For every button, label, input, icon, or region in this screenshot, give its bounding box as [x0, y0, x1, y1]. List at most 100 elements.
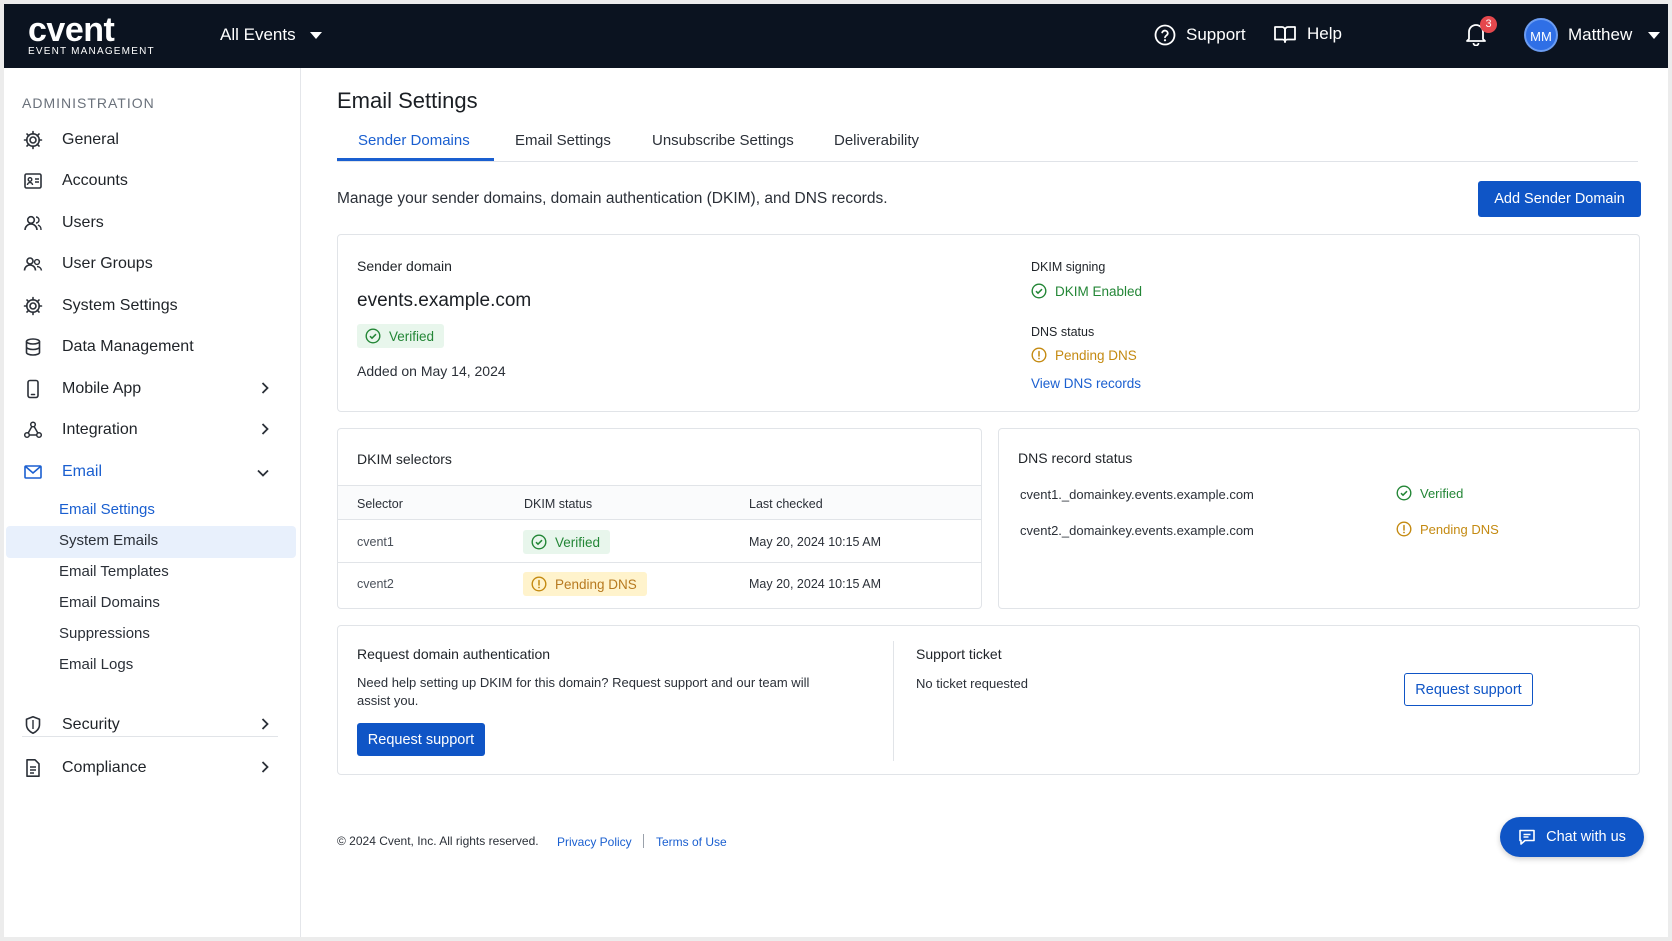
dkim-status-badge: Verified [523, 530, 611, 554]
warning-circle-icon [1396, 521, 1412, 537]
help-button[interactable]: Help [1273, 24, 1342, 44]
view-dns-records-link[interactable]: View DNS records [1031, 376, 1141, 391]
row-divider [338, 562, 981, 563]
chat-with-us-button[interactable]: Chat with us [1500, 817, 1644, 857]
top-bar: cvent EVENT MANAGEMENT All Events Suppor… [4, 4, 1668, 68]
sidebar-item-data-management[interactable]: Data Management [22, 331, 282, 363]
sidebar-item-mobile-app[interactable]: Mobile App [22, 373, 282, 405]
all-events-label: All Events [220, 25, 296, 44]
sidebar-item-compliance[interactable]: Compliance [22, 752, 282, 784]
support-button[interactable]: Support [1154, 24, 1246, 46]
add-sender-domain-button[interactable]: Add Sender Domain [1478, 181, 1641, 217]
dkim-enabled-text: DKIM Enabled [1055, 283, 1143, 299]
column-header-selector: Selector [357, 497, 403, 511]
page-title: Email Settings [337, 88, 478, 113]
database-icon [22, 336, 44, 358]
sidebar-item-label: System Settings [62, 297, 178, 314]
privacy-policy-link[interactable]: Privacy Policy [557, 835, 632, 849]
gear-icon [22, 129, 44, 151]
tab-email-settings[interactable]: Email Settings [515, 132, 611, 149]
dns-record-status-title: DNS record status [1018, 450, 1133, 466]
dns-pending-status: Pending DNS [1031, 347, 1137, 363]
intro-text: Manage your sender domains, domain authe… [337, 190, 888, 207]
sidebar-sub-email-logs[interactable]: Email Logs [59, 656, 133, 673]
sidebar-item-user-groups[interactable]: User Groups [22, 248, 282, 280]
chevron-right-icon [261, 423, 269, 435]
terms-of-use-link[interactable]: Terms of Use [656, 835, 727, 849]
dns-record-status: Verified [1396, 485, 1463, 501]
user-icon [22, 212, 44, 234]
sidebar-heading: ADMINISTRATION [22, 95, 155, 111]
warning-circle-icon [531, 576, 547, 592]
sidebar-item-integration[interactable]: Integration [22, 414, 282, 446]
sidebar-item-security[interactable]: Security [22, 709, 282, 741]
sidebar-item-label: Security [62, 716, 120, 733]
sidebar-item-label: Data Management [62, 338, 194, 355]
sidebar-item-users[interactable]: Users [22, 207, 282, 239]
integration-icon [22, 419, 44, 441]
sidebar-item-general[interactable]: General [22, 124, 282, 156]
chevron-down-icon [257, 469, 269, 477]
sidebar-item-email[interactable]: Email [22, 456, 282, 488]
check-circle-icon [1031, 283, 1047, 299]
sidebar-item-label: Accounts [62, 172, 128, 189]
dkim-selectors-card: DKIM selectors Selector DKIM status Last… [337, 428, 982, 609]
added-date: Added on May 14, 2024 [357, 363, 506, 379]
sidebar: ADMINISTRATION General Accounts Users Us… [4, 68, 301, 937]
sidebar-sub-email-domains[interactable]: Email Domains [59, 594, 160, 611]
book-icon [1274, 26, 1296, 43]
users-icon [22, 253, 44, 275]
sidebar-item-system-settings[interactable]: System Settings [22, 290, 282, 322]
sidebar-item-label: User Groups [62, 255, 153, 272]
app-frame: cvent EVENT MANAGEMENT All Events Suppor… [4, 4, 1668, 937]
tab-sender-domains[interactable]: Sender Domains [358, 132, 470, 149]
sender-domain-label: Sender domain [357, 258, 452, 274]
check-circle-icon [365, 328, 381, 344]
sidebar-item-label: Email [62, 463, 103, 480]
tab-bar: Sender Domains Email Settings Unsubscrib… [337, 128, 1638, 162]
help-label: Help [1307, 24, 1342, 43]
check-circle-icon [1396, 485, 1412, 501]
mail-icon [22, 461, 44, 483]
user-menu[interactable]: MM Matthew [1524, 18, 1661, 52]
sidebar-item-accounts[interactable]: Accounts [22, 165, 282, 197]
sender-domain-card: Sender domain events.example.com Verifie… [337, 234, 1640, 412]
support-label: Support [1186, 25, 1246, 44]
support-ticket-title: Support ticket [916, 646, 1002, 662]
verified-badge: Verified [357, 324, 445, 348]
chat-label: Chat with us [1546, 829, 1626, 845]
all-events-dropdown[interactable]: All Events [220, 25, 322, 45]
sidebar-item-label: Mobile App [62, 380, 142, 397]
sidebar-sub-suppressions[interactable]: Suppressions [59, 625, 150, 642]
dkim-selectors-title: DKIM selectors [357, 451, 452, 467]
caret-down-icon [309, 31, 322, 39]
copyright-text: © 2024 Cvent, Inc. All rights reserved. [337, 834, 539, 848]
dns-pending-text: Pending DNS [1055, 347, 1137, 363]
tab-unsubscribe-settings[interactable]: Unsubscribe Settings [652, 132, 794, 149]
request-support-primary-button[interactable]: Request support [357, 723, 485, 756]
selector-cell: cvent2 [357, 577, 394, 591]
id-card-icon [22, 170, 44, 192]
column-header-dkim-status: DKIM status [524, 497, 593, 511]
verified-text: Verified [389, 328, 435, 344]
cvent-logo[interactable]: cvent EVENT MANAGEMENT [28, 12, 155, 57]
notifications-button[interactable]: 3 [1465, 16, 1497, 51]
sidebar-sub-email-settings[interactable]: Email Settings [59, 501, 155, 518]
active-tab-indicator [337, 158, 494, 161]
user-name: Matthew [1568, 25, 1633, 44]
table-header: Selector DKIM status Last checked [338, 485, 981, 520]
tab-deliverability[interactable]: Deliverability [834, 132, 919, 149]
request-support-outline-button[interactable]: Request support [1404, 673, 1533, 706]
request-auth-title: Request domain authentication [357, 646, 551, 662]
sidebar-sub-email-templates[interactable]: Email Templates [59, 563, 169, 580]
chat-bubble-icon [1519, 829, 1535, 845]
dns-record-status-text: Pending DNS [1420, 521, 1499, 537]
dns-record-name: cvent1._domainkey.events.example.com [1020, 487, 1254, 502]
dkim-status-text: Pending DNS [555, 576, 637, 592]
dkim-status-text: Verified [555, 534, 601, 550]
document-icon [22, 757, 44, 779]
sidebar-item-label: Compliance [62, 759, 147, 776]
sender-domain-value: events.example.com [357, 290, 532, 311]
sidebar-sub-system-emails[interactable]: System Emails [59, 532, 158, 549]
column-header-last-checked: Last checked [749, 497, 823, 511]
